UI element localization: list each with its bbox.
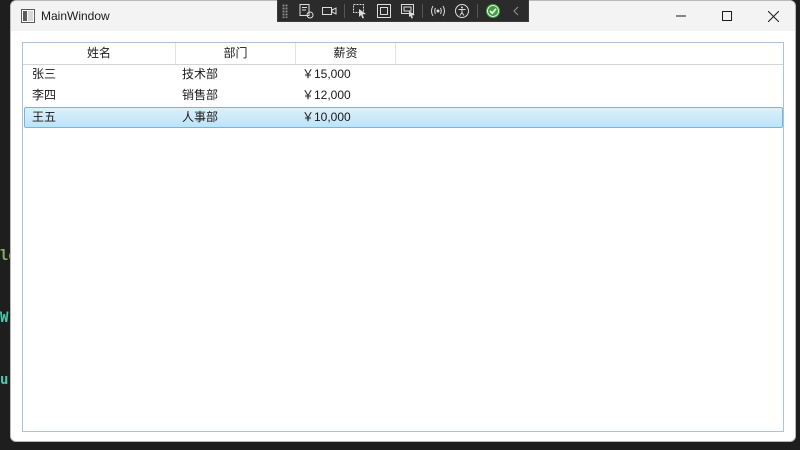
app-icon[interactable]: [21, 9, 35, 23]
cell-department: 销售部: [182, 88, 219, 102]
binding-failures-icon[interactable]: [426, 1, 450, 21]
background-code-fragment: u: [0, 372, 9, 388]
column-header-salary[interactable]: 薪资: [296, 43, 396, 64]
display-layout-adorners-icon[interactable]: [372, 1, 396, 21]
cell-department: 人事部: [182, 110, 219, 124]
cell-name: 李四: [32, 88, 57, 102]
collapse-toolbar-icon[interactable]: [504, 1, 528, 21]
desktop: lo W u MainWindow 姓名 部门 薪资 张三 技术部 ￥15,00…: [0, 0, 800, 450]
maximize-button[interactable]: [704, 1, 750, 31]
window-client-area: 姓名 部门 薪资 张三 技术部 ￥15,000 李四 销售部 ￥12,000 王…: [11, 31, 795, 441]
list-row[interactable]: 李四 销售部 ￥12,000: [24, 86, 783, 107]
cell-name: 张三: [32, 67, 57, 81]
list-row[interactable]: 张三 技术部 ￥15,000: [24, 65, 783, 86]
cell-name: 王五: [32, 110, 57, 124]
track-focus-icon[interactable]: [396, 1, 420, 21]
column-header-name[interactable]: 姓名: [23, 43, 176, 64]
close-icon: [767, 10, 779, 22]
cell-salary: ￥12,000: [302, 88, 351, 102]
background-code-fragment: W: [0, 310, 9, 326]
cell-salary: ￥10,000: [302, 110, 351, 124]
hot-reload-ok-icon[interactable]: [481, 1, 505, 21]
live-visual-tree-icon[interactable]: [294, 1, 318, 21]
window-title: MainWindow: [41, 9, 110, 23]
toolbar-grip-icon[interactable]: [282, 3, 288, 18]
column-header-department[interactable]: 部门: [176, 43, 296, 64]
minimize-button[interactable]: [658, 1, 704, 31]
toolbar-separator: [344, 3, 346, 18]
employee-list-view[interactable]: 姓名 部门 薪资 张三 技术部 ￥15,000 李四 销售部 ￥12,000 王…: [22, 42, 784, 432]
minimize-icon: [676, 15, 686, 17]
cell-department: 技术部: [182, 67, 219, 81]
close-button[interactable]: [750, 1, 795, 31]
toolbar-separator: [476, 3, 478, 18]
toolbar-separator: [422, 3, 424, 18]
accessibility-icon[interactable]: [450, 1, 474, 21]
select-element-icon[interactable]: [348, 1, 372, 21]
list-header: 姓名 部门 薪资: [23, 43, 783, 65]
list-row-selected[interactable]: 王五 人事部 ￥10,000: [24, 107, 783, 128]
xaml-debug-toolbar: [277, 0, 529, 22]
cell-salary: ￥15,000: [302, 67, 351, 81]
maximize-icon: [722, 11, 732, 21]
main-window: MainWindow 姓名 部门 薪资 张三 技术部 ￥15,000 李四 销售…: [10, 0, 796, 442]
record-icon[interactable]: [318, 1, 342, 21]
